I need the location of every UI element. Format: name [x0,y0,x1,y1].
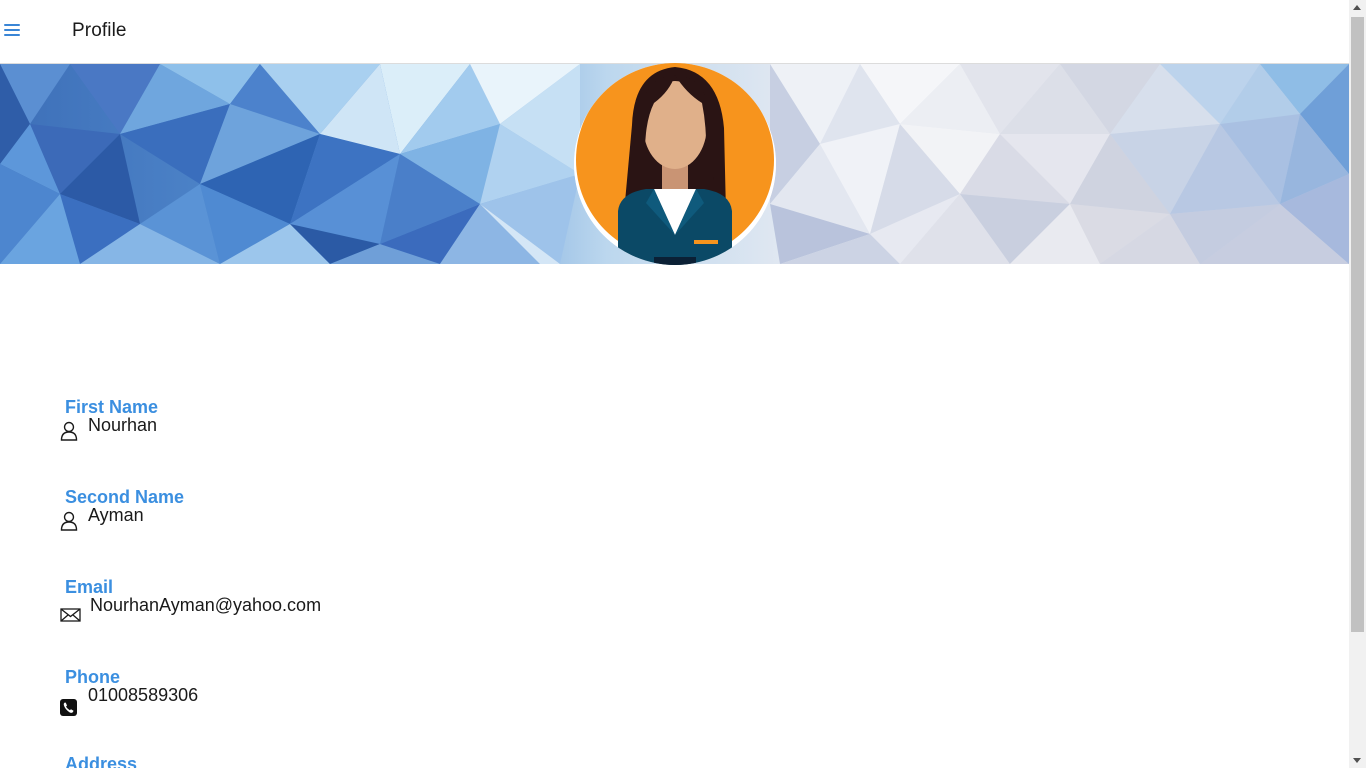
phone-value: 01008589306 [88,685,199,705]
envelope-icon [60,607,81,623]
top-app-bar: Profile [0,0,1349,64]
vertical-scrollbar[interactable] [1349,0,1366,768]
profile-page: Profile First Name Nourhan Second Name A… [0,0,1349,768]
scroll-up-icon[interactable] [1353,5,1361,10]
second-name-value: Ayman [88,505,144,525]
female-avatar-icon [574,63,776,265]
field-email: Email NourhanAyman@yahoo.com [60,577,560,637]
phone-icon [60,699,78,717]
scroll-thumb[interactable] [1351,17,1364,632]
field-first-name: First Name Nourhan [60,397,560,457]
hamburger-menu-icon[interactable] [4,24,22,42]
user-icon [60,421,78,441]
address-label: Address [65,754,138,768]
field-second-name: Second Name Ayman [60,487,560,547]
field-phone: Phone 01008589306 [60,667,560,727]
scroll-down-icon[interactable] [1353,758,1361,763]
email-value: NourhanAyman@yahoo.com [90,595,322,615]
page-title: Profile [72,20,127,41]
first-name-value: Nourhan [88,415,158,435]
field-address: Address [60,754,560,768]
user-icon [60,511,78,531]
